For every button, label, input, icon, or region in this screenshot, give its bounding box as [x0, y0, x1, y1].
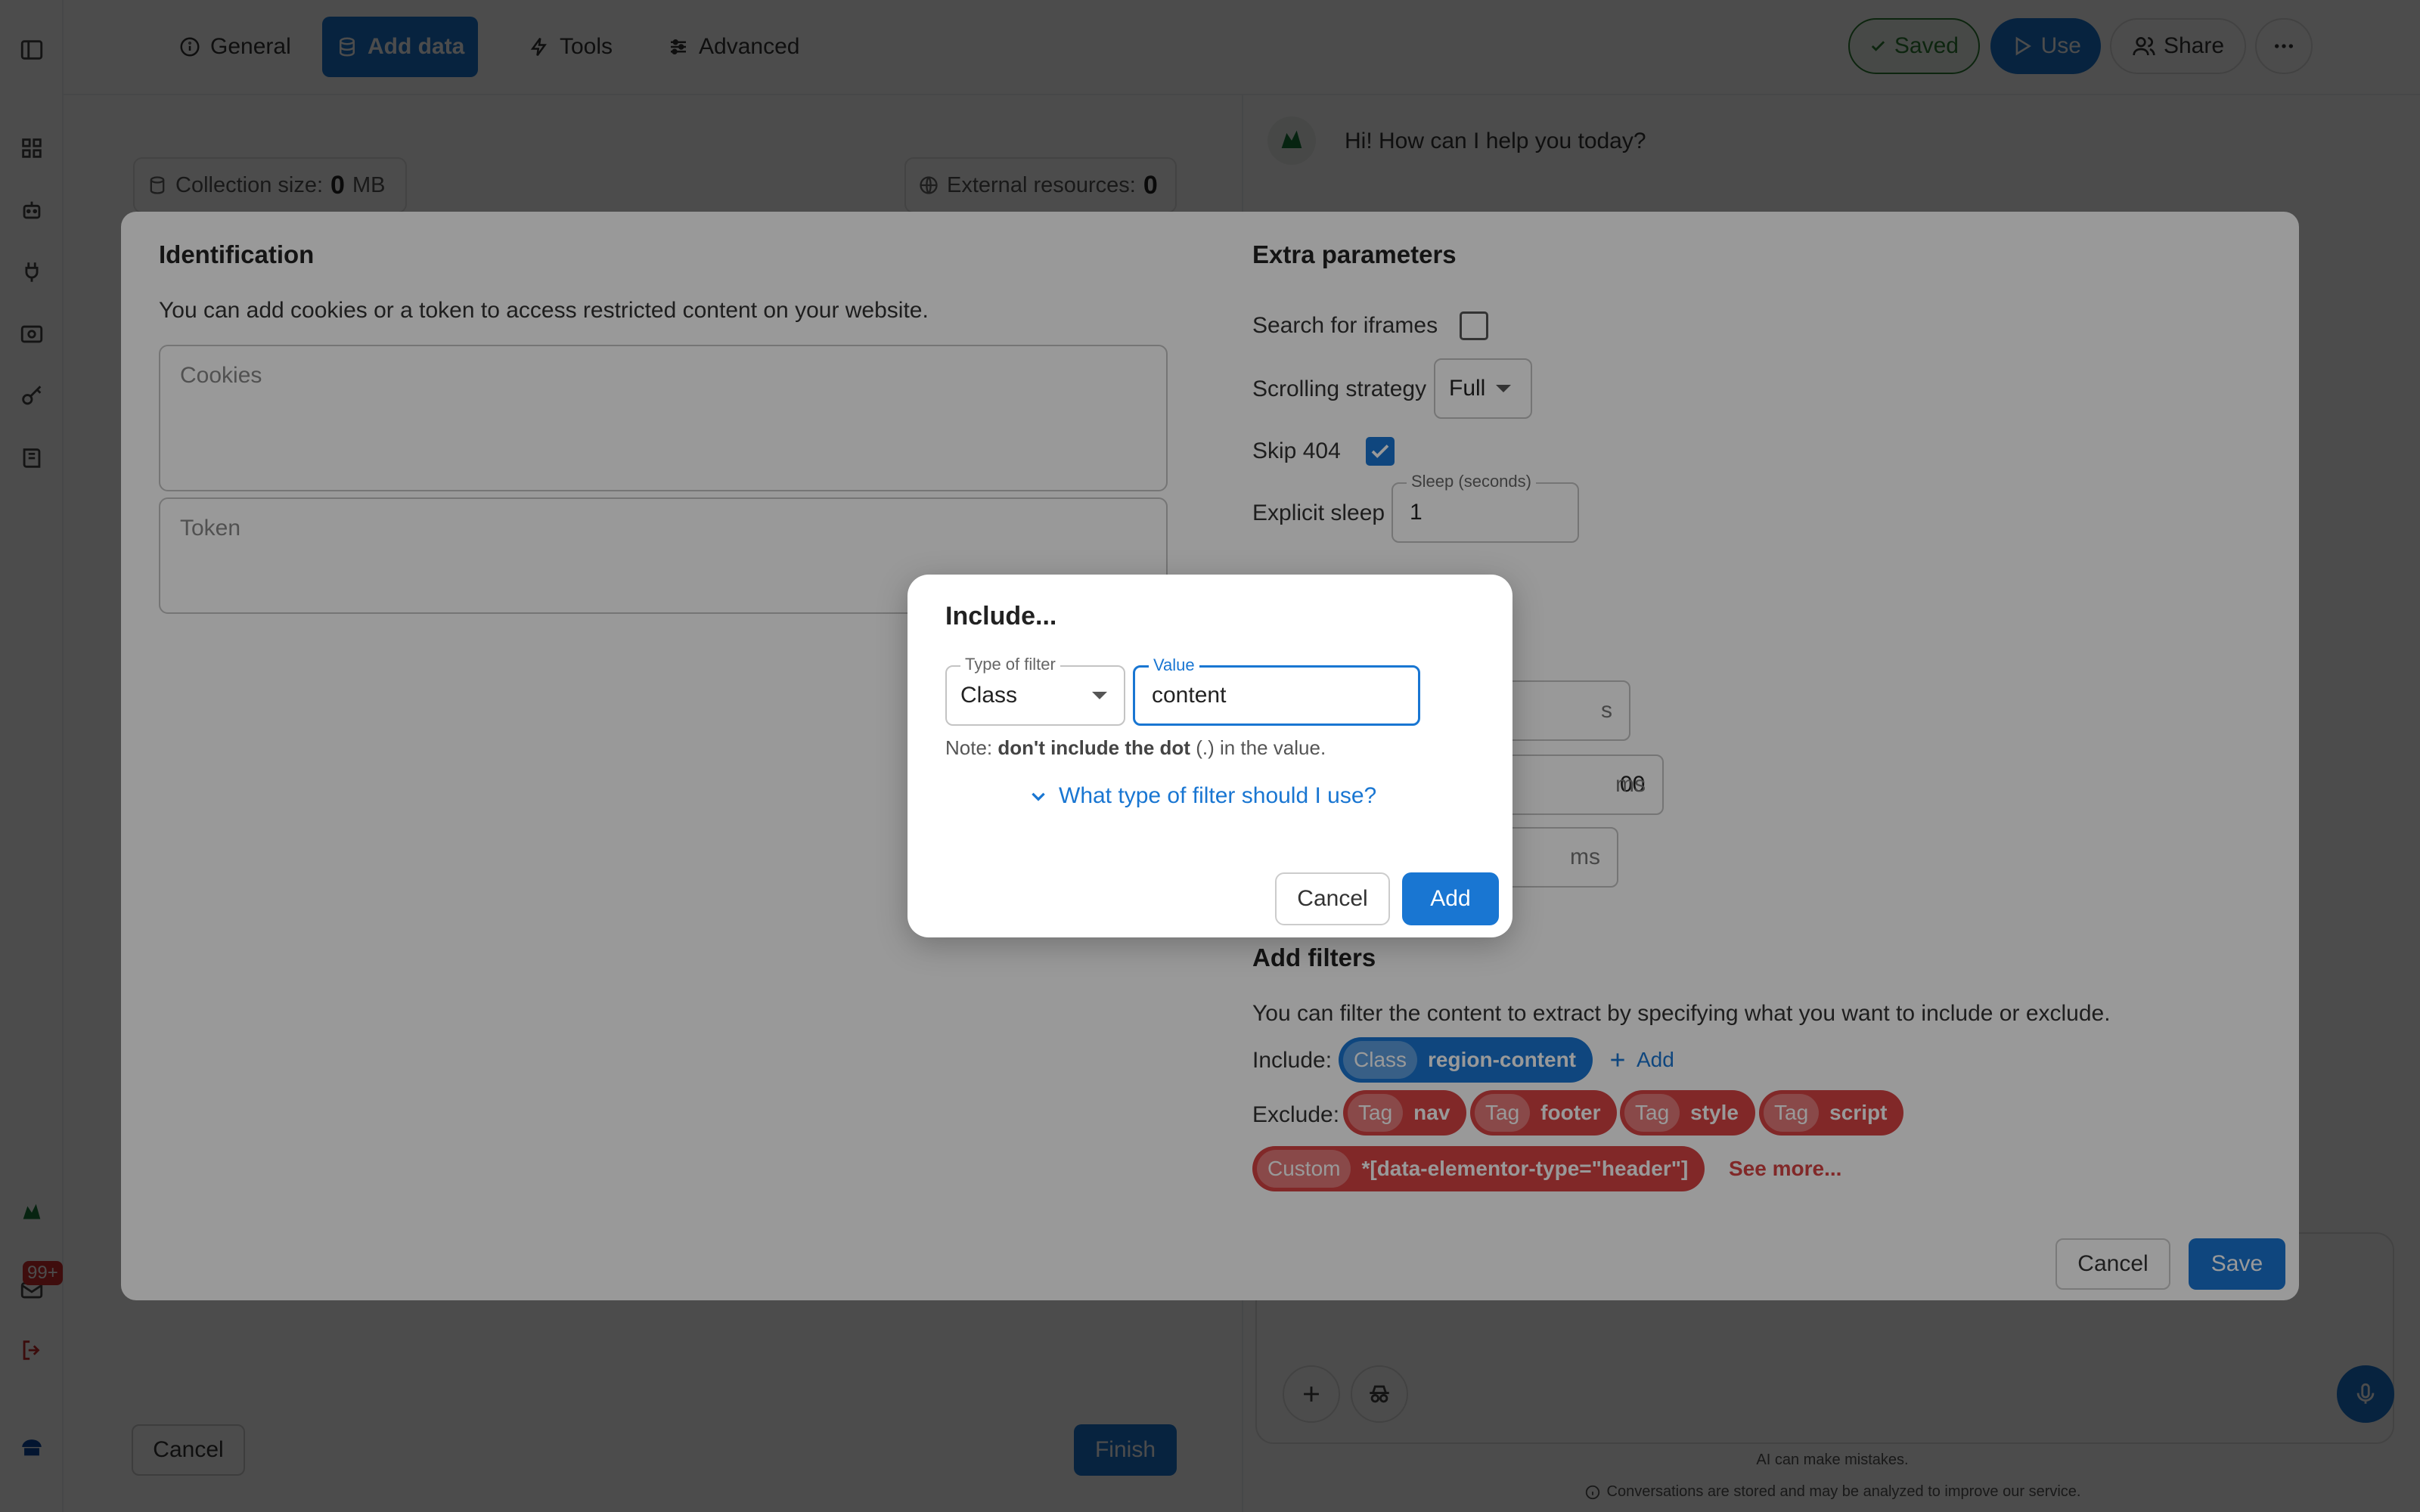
filter-value-label: Value — [1149, 655, 1199, 675]
filter-help-label: What type of filter should I use? — [1059, 783, 1377, 808]
filter-type-label: Type of filter — [960, 655, 1060, 674]
dialog-add-button[interactable]: Add — [1402, 872, 1499, 925]
include-filter-dialog: Include... Type of filter Class Value co… — [908, 575, 1512, 937]
note-suffix: (.) in the value. — [1190, 736, 1326, 759]
filter-value-text: content — [1152, 683, 1227, 708]
dialog-title: Include... — [945, 602, 1057, 631]
dialog-cancel-button[interactable]: Cancel — [1275, 872, 1390, 925]
filter-type-value: Class — [960, 683, 1018, 708]
filter-note: Note: don't include the dot (.) in the v… — [945, 736, 1326, 760]
filter-help-link[interactable]: What type of filter should I use? — [1028, 783, 1376, 809]
filter-type-select[interactable]: Type of filter Class — [945, 655, 1125, 726]
note-bold: don't include the dot — [997, 736, 1190, 759]
filter-value-input[interactable]: Value content — [1133, 655, 1420, 726]
note-prefix: Note: — [945, 736, 998, 759]
chevron-down-icon — [1092, 692, 1107, 699]
chevron-down-icon — [1032, 792, 1045, 801]
